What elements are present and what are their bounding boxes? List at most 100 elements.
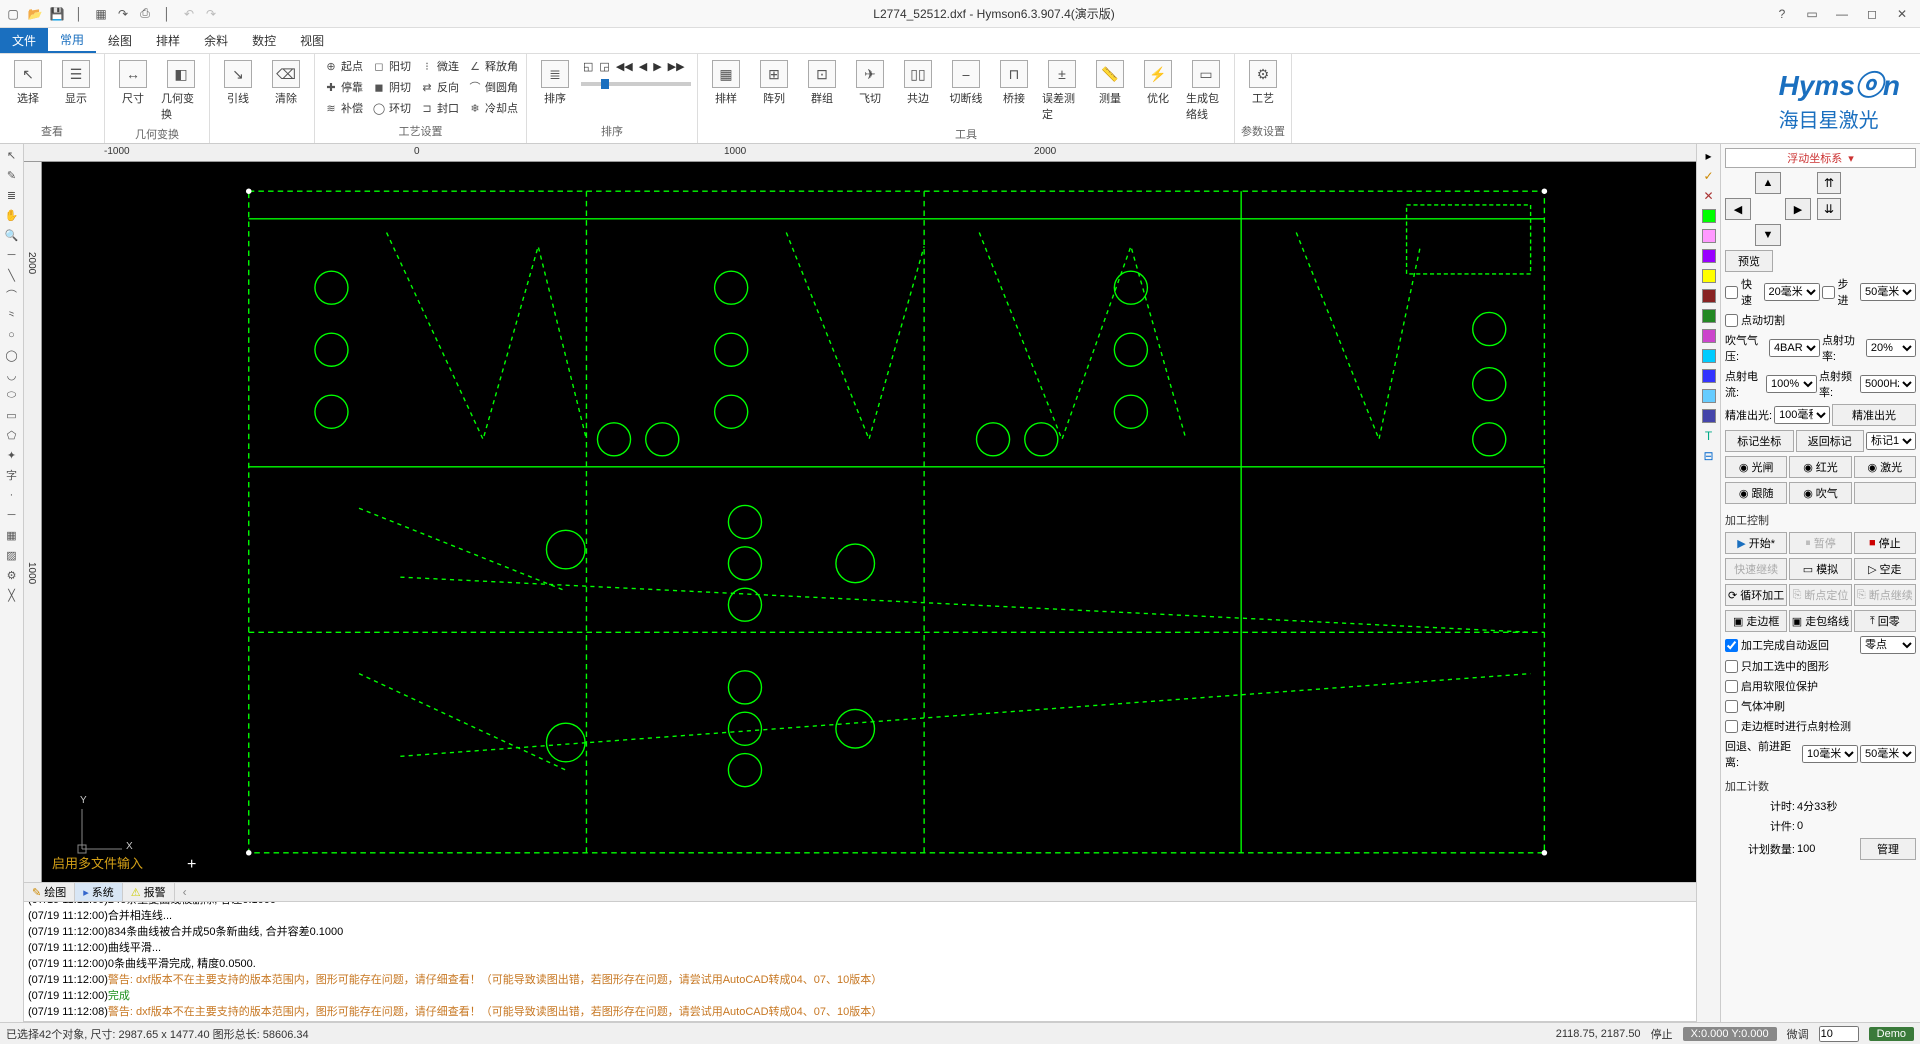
redo-icon[interactable]: ↷ (114, 5, 132, 23)
arc3p-icon[interactable]: ◡ (3, 366, 21, 384)
btab-draw[interactable]: ✎绘图 (24, 883, 75, 901)
flycut-button[interactable]: ✈飞切 (848, 56, 892, 110)
return-mark-button[interactable]: 返回标记 (1796, 430, 1865, 452)
size-button[interactable]: ↔尺寸 (111, 56, 155, 110)
sort-back-icon[interactable]: ◀ (637, 56, 649, 76)
optimize-button[interactable]: ⚡优化 (1136, 56, 1180, 110)
soft-limit-checkbox[interactable]: 启用软限位保护 (1725, 678, 1916, 694)
point-power-select[interactable]: 20% (1866, 339, 1916, 357)
precise-out-select[interactable]: 100毫秒 (1774, 406, 1830, 424)
blow-button[interactable]: ◉吹气 (1789, 482, 1851, 504)
outer-cut-button[interactable]: ◻阳切 (369, 56, 413, 76)
polygon-icon[interactable]: ⬠ (3, 426, 21, 444)
layer-dash-icon[interactable]: ⊟ (1701, 448, 1717, 464)
step-checkbox[interactable]: 步进 (1822, 276, 1859, 308)
layer1-icon[interactable]: ▦ (3, 526, 21, 544)
display-button[interactable]: ☰显示 (54, 56, 98, 110)
jog-down-button[interactable]: ▼ (1755, 224, 1781, 246)
dock-button[interactable]: ✚停靠 (321, 77, 365, 97)
sort-tool-icon[interactable]: ≣ (3, 186, 21, 204)
retreat-dist-select[interactable]: 10毫米 (1802, 745, 1858, 763)
layer-darkgreen[interactable] (1702, 309, 1716, 323)
layer2-icon[interactable]: ▨ (3, 546, 21, 564)
tab-draw[interactable]: 绘图 (96, 28, 144, 53)
manage-button[interactable]: 管理 (1860, 838, 1916, 860)
polyline-icon[interactable]: ⺀ (3, 306, 21, 324)
z-down-button[interactable]: ⇊ (1817, 198, 1841, 220)
fast-checkbox[interactable]: 快速 (1725, 276, 1762, 308)
cutline-button[interactable]: ⎯切断线 (944, 56, 988, 110)
layer-blue[interactable] (1702, 369, 1716, 383)
nest-button[interactable]: ▦排样 (704, 56, 748, 110)
point-cut-checkbox[interactable]: 点动切割 (1725, 312, 1916, 328)
home-button[interactable]: ⤒回零 (1854, 610, 1916, 632)
z-up-button[interactable]: ⇈ (1817, 172, 1841, 194)
layer-lightblue[interactable] (1702, 389, 1716, 403)
sort-next-icon[interactable]: ▶▶ (666, 56, 687, 76)
pointer-icon[interactable]: ↖ (3, 146, 21, 164)
ellipse-icon[interactable]: ⬭ (3, 386, 21, 404)
arc-icon[interactable]: ⌒ (3, 286, 21, 304)
lead-button[interactable]: ↘引线 (216, 56, 260, 110)
measure-button[interactable]: 📏测量 (1088, 56, 1132, 110)
node-icon[interactable]: ✎ (3, 166, 21, 184)
mark-select[interactable]: 标记1 (1866, 432, 1916, 450)
craft-param-button[interactable]: ⚙工艺 (1241, 56, 1285, 110)
drawing-canvas[interactable]: Y X 启用多文件输入 (42, 162, 1696, 882)
step-select[interactable]: 50毫米 (1860, 283, 1916, 301)
rect-icon[interactable]: ▭ (3, 406, 21, 424)
maximize-icon[interactable]: ◻ (1858, 4, 1886, 24)
pause-button[interactable]: ⏸暂停 (1789, 532, 1851, 554)
layer-darkred[interactable] (1702, 289, 1716, 303)
simulate-button[interactable]: ▭模拟 (1789, 558, 1851, 580)
close-icon[interactable]: ✕ (1888, 4, 1916, 24)
release-angle-button[interactable]: ∠释放角 (465, 56, 520, 76)
group-button[interactable]: ⊡群组 (800, 56, 844, 110)
tab-view[interactable]: 视图 (288, 28, 336, 53)
coord-mode-select[interactable]: 浮动坐标系▾ (1725, 148, 1916, 168)
save-icon[interactable]: 💾 (48, 5, 66, 23)
clear-button[interactable]: ⌫清除 (264, 56, 308, 110)
fine-tune-input[interactable] (1819, 1026, 1859, 1042)
layer-marker-icon[interactable]: ▸ (1701, 148, 1717, 164)
tab-nest[interactable]: 排样 (144, 28, 192, 53)
layer-magenta[interactable] (1702, 329, 1716, 343)
extra-button[interactable] (1854, 482, 1916, 504)
follow-button[interactable]: ◉跟随 (1725, 482, 1787, 504)
shutter-button[interactable]: ◉光闸 (1725, 456, 1787, 478)
bridge-button[interactable]: ⊓桥接 (992, 56, 1036, 110)
select-button[interactable]: ↖选择 (6, 56, 50, 110)
layer-green[interactable] (1702, 209, 1716, 223)
start-point-button[interactable]: ⊕起点 (321, 56, 365, 76)
loop-button[interactable]: ⟳循环加工 (1725, 584, 1787, 606)
undo-stack-icon[interactable]: ▦ (92, 5, 110, 23)
layer-navy[interactable] (1702, 409, 1716, 423)
tab-surplus[interactable]: 余料 (192, 28, 240, 53)
restore-icon[interactable]: ▭ (1798, 4, 1826, 24)
btab-system[interactable]: ▸系统 (75, 883, 123, 901)
misc-icon[interactable]: ╳ (3, 586, 21, 604)
tab-scroll-left-icon[interactable]: ‹ (183, 885, 187, 899)
blow-pressure-select[interactable]: 4BAR (1769, 339, 1820, 357)
laser-button[interactable]: ◉激光 (1854, 456, 1916, 478)
gas-flush-checkbox[interactable]: 气体冲刷 (1725, 698, 1916, 714)
layer-check-icon[interactable]: ✓ (1701, 168, 1717, 184)
fast-select[interactable]: 20毫米 (1764, 283, 1820, 301)
sort-opt2-icon[interactable]: ◲ (597, 56, 611, 76)
help-icon[interactable]: ? (1768, 4, 1796, 24)
reverse-button[interactable]: ⇄反向 (417, 77, 461, 97)
envelope-button[interactable]: ▭生成包络线 (1184, 56, 1228, 126)
breakpoint-locate-button[interactable]: ⎘断点定位 (1789, 584, 1851, 606)
undo-icon[interactable]: ↶ (180, 5, 198, 23)
point-freq-select[interactable]: 5000Hz (1860, 375, 1916, 393)
gear-icon[interactable]: ⚙ (3, 566, 21, 584)
precise-out-button[interactable]: 精准出光 (1832, 404, 1916, 426)
retreat-speed-select[interactable]: 50毫米/秒 (1860, 745, 1916, 763)
inner-cut-button[interactable]: ◼阴切 (369, 77, 413, 97)
transform-button[interactable]: ◧几何变换 (159, 56, 203, 126)
line-icon[interactable]: ╲ (3, 266, 21, 284)
fillet-button[interactable]: ⌒倒圆角 (465, 77, 520, 97)
point-current-select[interactable]: 100% (1766, 375, 1817, 393)
envelope-walk-button[interactable]: ▣走包络线 (1789, 610, 1851, 632)
layer-pink[interactable] (1702, 229, 1716, 243)
